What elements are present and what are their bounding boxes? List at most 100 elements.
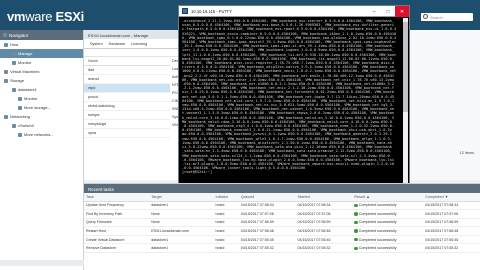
maximize-button[interactable]: □ (381, 6, 395, 17)
task-cell: 04/15/2017 07:58:34 (295, 201, 353, 211)
navigator-lower (0, 180, 84, 270)
task-row[interactable]: Restart Host ESXi1.localdomain.com hostd 04… (84, 226, 480, 236)
task-cell: None (149, 218, 214, 228)
nav-item-label: More storage... (24, 105, 51, 110)
task-cell: None (149, 209, 214, 219)
nav-item-icon (18, 96, 22, 101)
service-row[interactable]: pcscd (84, 92, 170, 102)
minimize-button[interactable]: – (367, 6, 381, 17)
task-cell-text: 04/15/2017 07:55:45 (240, 237, 274, 242)
service-row[interactable]: sfcbd-watchdog (84, 101, 170, 111)
task-row[interactable]: Update Host Frequency datastore1 hostd 04/1… (84, 201, 480, 211)
task-cell-text: Restart Host (86, 229, 106, 234)
navigator-panel: Navigator Host Manage Monitor Virtual Machi… (0, 30, 84, 180)
vmware-logo: vmware ESXi (7, 9, 84, 24)
service-row[interactable]: vpxa (84, 128, 170, 138)
search-input[interactable]: Search (421, 13, 473, 21)
service-row[interactable]: ntpd (84, 83, 170, 93)
putty-icon (182, 8, 188, 14)
task-cell: hostd (213, 226, 239, 236)
success-icon (354, 237, 358, 242)
task-cell-text: Create Virtual Datastore (86, 237, 125, 242)
tab-system[interactable]: System (90, 42, 103, 46)
navigator-item[interactable]: Networking (0, 112, 83, 121)
task-cell: 04/15/2017 07:55:45 (238, 235, 296, 245)
navigator-item[interactable]: Manage (0, 49, 83, 58)
success-icon (354, 212, 358, 216)
task-cell-text: Completed successfully (358, 229, 397, 234)
tasks-column-header[interactable]: Initiator (213, 193, 239, 202)
scrollbar-thumb[interactable] (403, 22, 408, 112)
nav-item-label: More networks... (24, 132, 54, 137)
task-cell-text: 04/15/2017 07:58:34 (425, 203, 459, 208)
tasks-column-header[interactable]: Target (149, 193, 214, 202)
service-row[interactable]: snmpd (84, 110, 170, 120)
task-cell-text: Completed successfully (358, 220, 397, 225)
nav-item-icon (18, 132, 22, 137)
service-name: ntpd (84, 83, 170, 93)
terminal-line: iser_1.0.0.0-1vmw.650.0.0.4564106, VMW_b… (182, 48, 395, 53)
task-cell-text: 04/15/2017 07:55:45 (425, 237, 459, 242)
navigator-item[interactable]: Host (0, 40, 83, 49)
terminal-line: c-fastpath_6.5.0-0.0.4564106, VMW_bootba… (182, 27, 397, 32)
task-cell: Completed successfully (352, 209, 424, 219)
nav-item-icon (4, 42, 8, 47)
navigator-item[interactable]: Monitor (0, 58, 83, 67)
tasks-column-header[interactable]: Queued (238, 193, 296, 202)
navigator-item[interactable]: More storage... (0, 103, 83, 112)
tasks-column-header[interactable]: Result ▲ (352, 193, 424, 202)
success-icon (354, 220, 358, 225)
nav-item-label: Monitor (18, 60, 32, 65)
task-row[interactable]: Create Virtual Datastore datastore1 hostd 0… (84, 235, 480, 245)
navigator-header: Navigator (0, 30, 83, 40)
task-cell: 04/15/2017 07:55:45 (295, 235, 353, 245)
tab-licensing[interactable]: Licensing (131, 42, 147, 46)
task-row[interactable]: Remove Datastore datastore1 hostd 04/15/201… (84, 243, 480, 254)
navigator-item[interactable]: Monitor (0, 94, 83, 103)
nav-item-label: Storage (10, 78, 25, 83)
service-row[interactable]: vmsyslogd (84, 119, 170, 129)
task-cell-text: Completed successfully (358, 237, 397, 242)
task-cell-text: hostd (215, 211, 225, 216)
nav-item-label: Monitor (24, 96, 38, 101)
nav-item-icon (12, 51, 16, 56)
task-cell-text: 04/15/2017 07:55:45 (297, 237, 331, 242)
tasks-column-header[interactable]: Completed ▼ (423, 193, 480, 202)
task-cell: 04/15/2017 07:57:06 (295, 209, 353, 219)
task-cell: 04/15/2017 07:55:32 (423, 243, 480, 254)
task-cell-text: hostd (215, 203, 225, 208)
services-table: Name lbtd lwsmd ntpd pcscd sfcbd-watchdog snm… (84, 57, 170, 138)
tasks-column-header[interactable]: Task (84, 193, 150, 202)
nav-item-icon (12, 60, 16, 65)
task-cell: hostd (213, 243, 239, 254)
task-cell-text: hostd (215, 220, 225, 225)
navigator-item[interactable]: vSwitch0 (0, 121, 83, 130)
putty-title: 10.10.16.116 - PuTTY (191, 8, 232, 14)
nav-item-label: datastore1 (18, 87, 37, 92)
nav-item-label: Host (10, 42, 19, 47)
close-button[interactable]: ✕ (395, 6, 409, 17)
navigator-item[interactable]: More networks... (0, 130, 83, 139)
task-cell-text: 04/15/2017 07:56:48 (240, 229, 274, 234)
tab-hardware[interactable]: Hardware (109, 42, 125, 46)
service-row[interactable]: lbtd (84, 65, 170, 75)
terminal-scrollbar[interactable] (403, 18, 408, 186)
service-row[interactable]: lwsmd (84, 74, 170, 84)
horizontal-scrollbar[interactable] (0, 260, 84, 266)
task-cell: Completed successfully (352, 235, 424, 245)
column-name[interactable]: Name (84, 57, 170, 66)
putty-window[interactable]: 10.10.16.116 - PuTTY – □ ✕ -acceptance_2… (178, 5, 410, 187)
navigator-item[interactable]: Storage (0, 76, 83, 85)
task-cell-text: 04/15/2017 07:56:48 (297, 229, 331, 234)
navigator-item[interactable]: Virtual Machines (0, 67, 83, 76)
navigator-item[interactable]: datastore1 (0, 85, 83, 94)
tasks-column-header[interactable]: Started (295, 193, 353, 202)
task-row[interactable]: Find By Inventory Path None hostd 04/15/201… (84, 209, 480, 219)
terminal-output[interactable]: -acceptance_2.11.1-1vmw.650.0.0.4564106,… (182, 19, 404, 186)
terminal-line: _sata-sata-nv_3.5-4vmw.650.0.0.4564106, … (182, 149, 392, 154)
task-cell-text: hostd (215, 246, 225, 251)
nav-item-label: Manage (18, 51, 33, 56)
task-cell: datastore1 (149, 235, 214, 245)
task-cell-text: Completed successfully (358, 203, 397, 208)
task-row[interactable]: Query Firmware None hostd 04/15/2017 07:56:… (84, 218, 480, 228)
